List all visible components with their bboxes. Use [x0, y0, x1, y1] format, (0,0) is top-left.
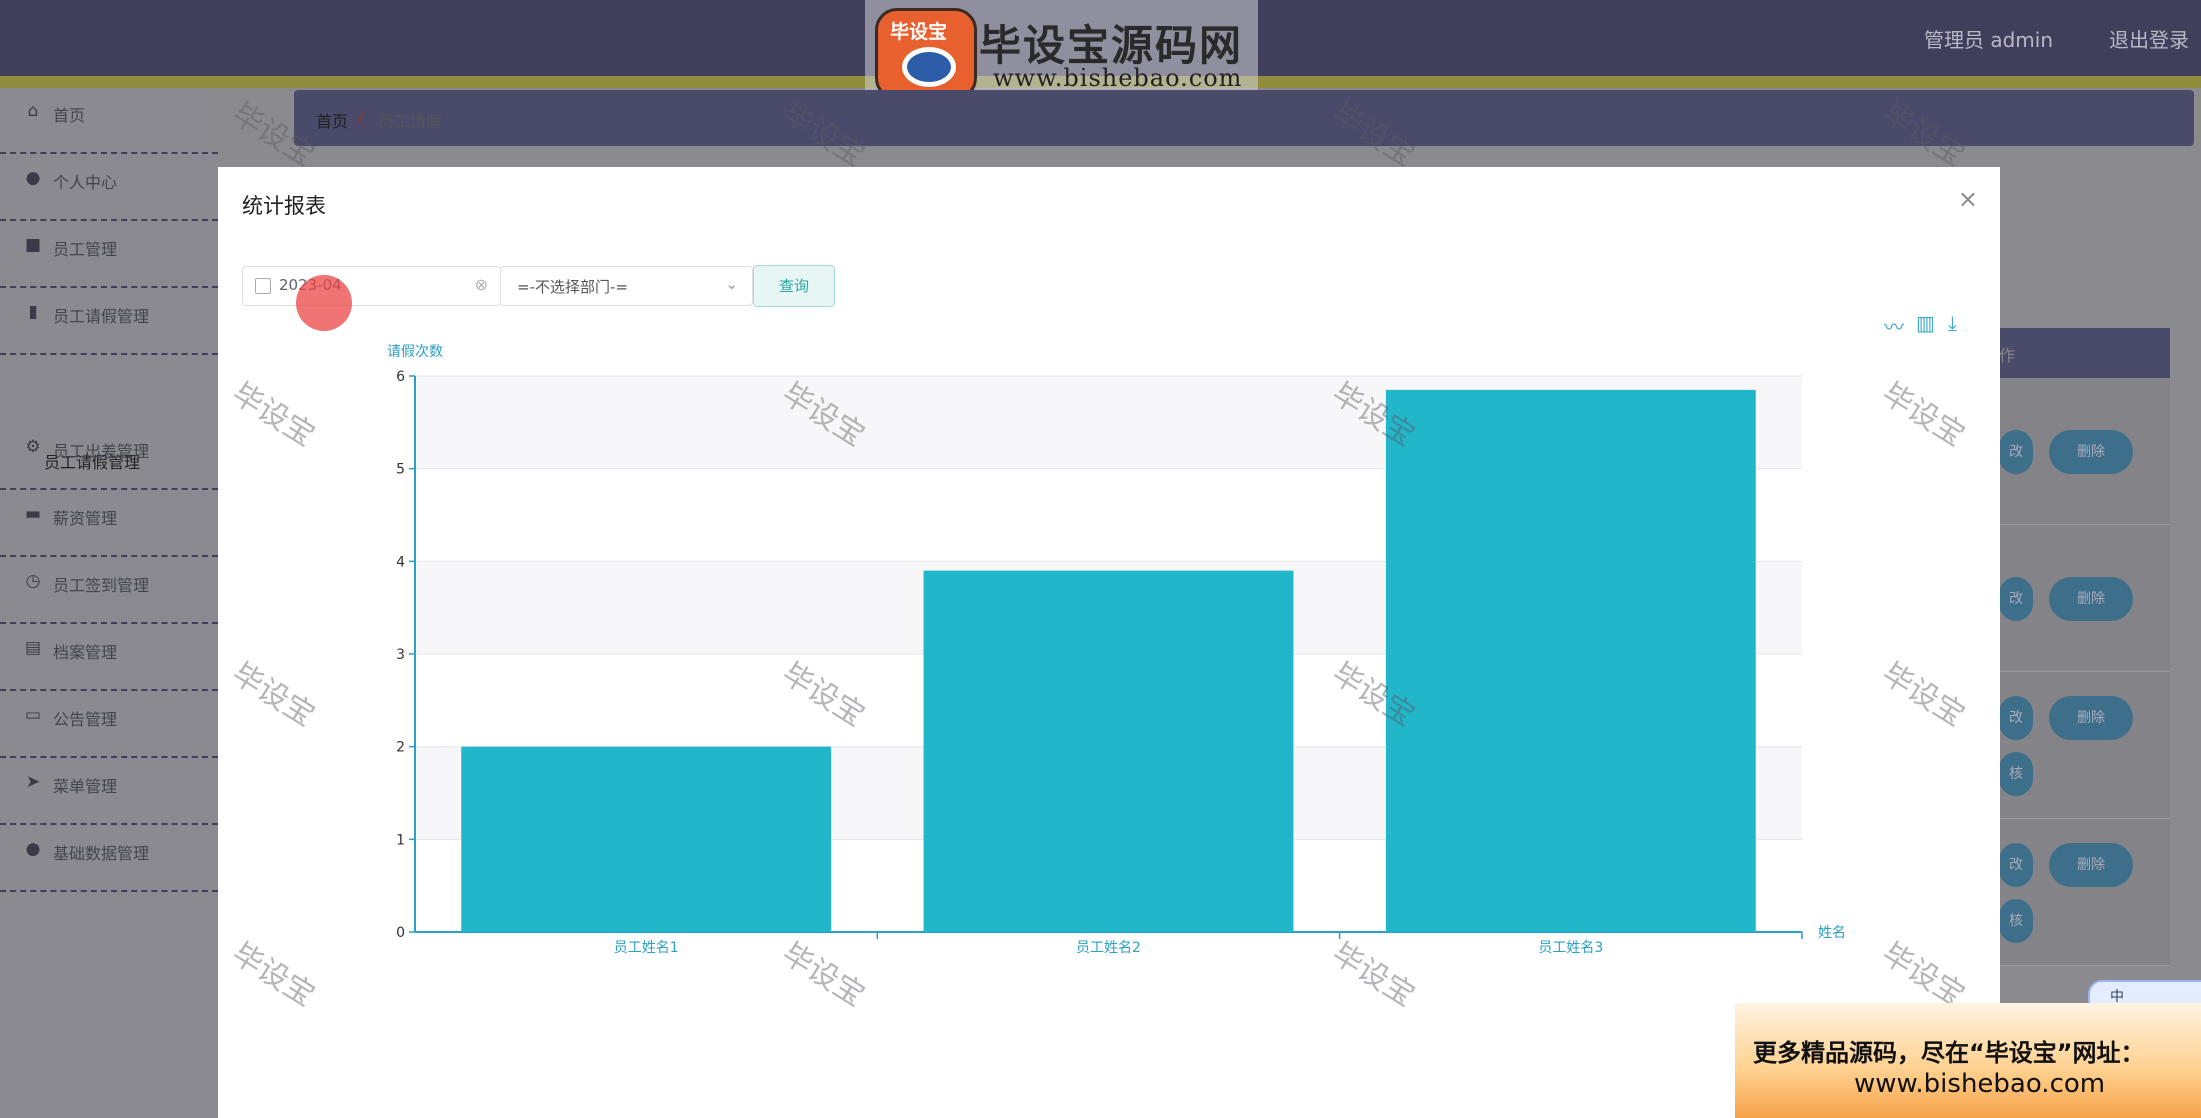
sidebar-item-label: 首页 — [53, 106, 86, 125]
logo-url: www.bishebao.com — [993, 64, 1243, 92]
x-axis-title: 姓名 — [1818, 925, 1846, 941]
leave-count-bar-chart: 0 1 2 3 4 5 6 员工姓名1 员工姓名2 员工姓名3 请假次数姓名 — [387, 344, 1846, 956]
bar — [923, 570, 1294, 932]
sidebar-item-label: 员工签到管理 — [53, 576, 150, 595]
bar — [461, 746, 832, 932]
table-header: 作 — [1999, 328, 2170, 378]
sidebar-item-label: 个人中心 — [53, 173, 118, 192]
y-tick-label: 2 — [396, 740, 405, 756]
sidebar-item-label: 员工出差管理 — [53, 442, 150, 461]
sidebar-item-label: 公告管理 — [53, 710, 118, 729]
sidebar-item-leave[interactable]: ▮ 员工请假管理 — [0, 289, 218, 355]
delete-button[interactable]: 删除 — [2049, 430, 2133, 474]
gear-icon: ⚙ — [25, 437, 41, 457]
sidebar-item-label: 菜单管理 — [53, 777, 118, 796]
statistics-modal: 统计报表 × 2023-04 ⊗ =-不选择部门-= ⌄ 查询 〰 ▥ ⤓ 01… — [218, 167, 2000, 1118]
admin-user-label[interactable]: 管理员 admin — [1924, 24, 2053, 53]
clock-icon: ◷ — [25, 571, 41, 591]
logo-badge-icon: 毕设宝 — [875, 8, 977, 100]
y-tick-label: 5 — [396, 462, 405, 478]
table-row: 改 删除 — [1999, 378, 2170, 525]
promo-line-1: 更多精品源码，尽在“毕设宝”网址： — [1753, 1039, 2145, 1067]
table-row: 改 删除 核 — [1999, 819, 2170, 966]
sidebar-item-archive[interactable]: ▤ 档案管理 — [0, 625, 218, 691]
home-icon: ⌂ — [27, 101, 39, 121]
bar-chart-icon: ▮ — [28, 302, 38, 322]
edit-button[interactable]: 改 — [1999, 696, 2033, 740]
table-header-operation: 作 — [1999, 346, 2016, 365]
sidebar-item-label: 员工请假管理 — [53, 307, 150, 326]
promo-line-2: www.bishebao.com — [1854, 1069, 2106, 1099]
breadcrumb-current: 员工请假 — [378, 112, 443, 131]
briefcase-icon: ■ — [24, 235, 42, 255]
y-tick-label: 6 — [396, 369, 405, 385]
logo-eye-icon — [902, 47, 956, 87]
send-icon: ➤ — [25, 772, 41, 792]
sidebar: ⌂ 首页 ● 个人中心 ■ 员工管理 ▮ 员工请假管理 员工请假管理 ⚙ 员工出… — [0, 88, 218, 1118]
table-row: 改 删除 — [1999, 525, 2170, 672]
table-row: 改 删除 核 — [1999, 672, 2170, 819]
sidebar-item-label: 档案管理 — [53, 643, 118, 662]
sidebar-item-label: 薪资管理 — [53, 509, 118, 528]
x-tick-label: 员工姓名3 — [1538, 940, 1603, 956]
user-icon: ● — [25, 168, 41, 188]
y-axis-title: 请假次数 — [387, 344, 443, 360]
breadcrumb-separator: / — [358, 108, 364, 127]
monitor-icon: ▭ — [24, 705, 42, 725]
y-tick-label: 4 — [396, 554, 405, 570]
user-icon: ● — [25, 839, 41, 859]
site-logo: 毕设宝 毕设宝源码网 www.bishebao.com — [865, 0, 1258, 102]
sidebar-item-base-data[interactable]: ● 基础数据管理 — [0, 826, 218, 892]
logout-link[interactable]: 退出登录 — [2109, 24, 2189, 53]
sidebar-item-salary[interactable]: ▬ 薪资管理 — [0, 491, 218, 557]
clipboard-icon: ▤ — [24, 638, 42, 658]
x-tick-label: 员工姓名1 — [614, 940, 679, 956]
sidebar-item-profile[interactable]: ● 个人中心 — [0, 155, 218, 221]
sidebar-item-home[interactable]: ⌂ 首页 — [0, 88, 218, 154]
y-tick-label: 0 — [396, 925, 405, 941]
breadcrumb-home[interactable]: 首页 — [316, 108, 348, 132]
sidebar-item-label: 基础数据管理 — [53, 844, 150, 863]
sidebar-item-menu[interactable]: ➤ 菜单管理 — [0, 759, 218, 825]
sidebar-item-notice[interactable]: ▭ 公告管理 — [0, 692, 218, 758]
delete-button[interactable]: 删除 — [2049, 843, 2133, 887]
sidebar-item-employees[interactable]: ■ 员工管理 — [0, 222, 218, 288]
edit-button[interactable]: 改 — [1999, 843, 2033, 887]
edit-button[interactable]: 改 — [1999, 430, 2033, 474]
suitcase-icon: ▬ — [24, 504, 42, 524]
sidebar-item-label: 员工管理 — [53, 240, 118, 259]
review-button[interactable]: 核 — [1999, 752, 2033, 796]
delete-button[interactable]: 删除 — [2049, 577, 2133, 621]
delete-button[interactable]: 删除 — [2049, 696, 2133, 740]
bar — [1385, 389, 1756, 932]
promo-banner[interactable]: 更多精品源码，尽在“毕设宝”网址： www.bishebao.com — [1735, 1003, 2201, 1118]
y-tick-label: 1 — [396, 832, 405, 848]
sidebar-item-business-trip[interactable]: ⚙ 员工出差管理 — [0, 424, 218, 490]
y-tick-label: 3 — [396, 647, 405, 663]
review-button[interactable]: 核 — [1999, 899, 2033, 943]
sidebar-item-checkin[interactable]: ◷ 员工签到管理 — [0, 558, 218, 624]
x-tick-label: 员工姓名2 — [1076, 940, 1141, 956]
edit-button[interactable]: 改 — [1999, 577, 2033, 621]
logo-badge-text: 毕设宝 — [890, 21, 948, 43]
